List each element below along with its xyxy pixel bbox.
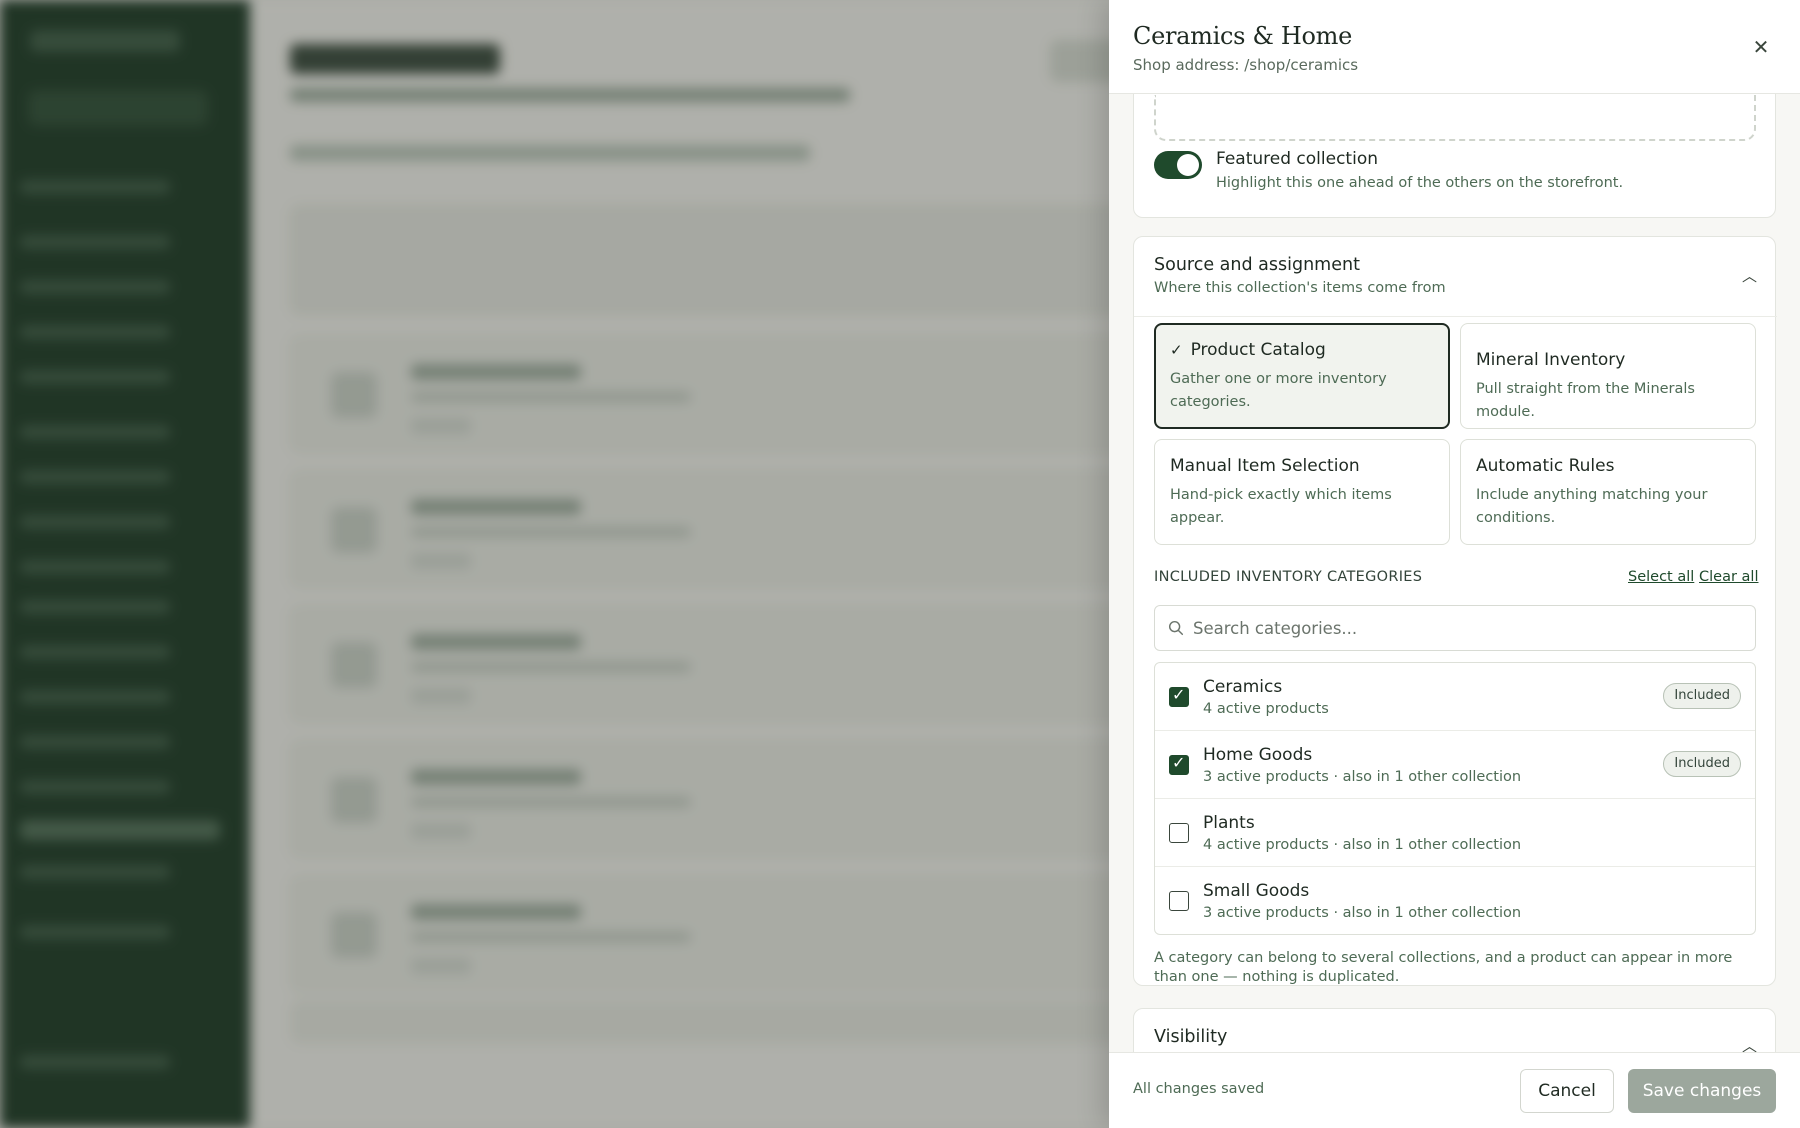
visibility-card: Visibility ︿	[1133, 1008, 1776, 1052]
section-subtitle: Where this collection's items come from	[1154, 280, 1446, 296]
visibility-section-header[interactable]: Visibility ︿	[1134, 1009, 1777, 1052]
category-row-ceramics[interactable]: Ceramics 4 active products Included	[1155, 663, 1755, 731]
search-icon	[1168, 620, 1184, 636]
section-title: Visibility	[1154, 1027, 1228, 1047]
category-meta: 4 active products · also in 1 other coll…	[1203, 837, 1522, 853]
drawer-header: Ceramics & Home Shop address: /shop/cera…	[1109, 0, 1800, 94]
category-checkbox[interactable]	[1169, 685, 1189, 707]
section-title: Source and assignment	[1154, 255, 1360, 275]
featured-label: Featured collection	[1216, 149, 1378, 169]
source-option-product-catalog[interactable]: ✓ Product Catalog Gather one or more inve…	[1154, 323, 1450, 429]
drawer-body[interactable]: Featured collection Highlight this one a…	[1109, 94, 1800, 1052]
source-option-mineral-inventory[interactable]: Mineral Inventory Pull straight from the…	[1460, 323, 1756, 429]
check-icon: ✓	[1170, 341, 1183, 359]
search-input[interactable]	[1193, 606, 1748, 650]
option-title: Product Catalog	[1190, 340, 1326, 360]
option-description: Include anything matching your condition…	[1476, 487, 1708, 526]
featured-description: Highlight this one ahead of the others o…	[1216, 175, 1624, 191]
edit-collection-drawer: Ceramics & Home Shop address: /shop/cera…	[1109, 0, 1800, 1128]
category-meta: 3 active products · also in 1 other coll…	[1203, 769, 1522, 785]
option-description: Pull straight from the Minerals module.	[1476, 381, 1695, 420]
close-icon: ✕	[1752, 36, 1770, 59]
category-name: Home Goods	[1203, 745, 1313, 765]
select-all-link[interactable]: Select all	[1628, 569, 1694, 585]
category-list: Ceramics 4 active products Included Home…	[1154, 662, 1756, 935]
category-checkbox[interactable]	[1169, 753, 1189, 775]
shop-address: Shop address: /shop/ceramics	[1133, 56, 1359, 74]
category-note: A category can belong to several collect…	[1154, 950, 1733, 985]
source-assignment-card: Source and assignment Where this collect…	[1133, 236, 1777, 986]
category-name: Small Goods	[1203, 881, 1310, 901]
category-row-home-goods[interactable]: Home Goods 3 active products · also in 1…	[1155, 731, 1755, 799]
category-row-plants[interactable]: Plants 4 active products · also in 1 oth…	[1155, 799, 1755, 867]
image-upload-dropzone[interactable]	[1154, 95, 1756, 141]
category-row-small-goods[interactable]: Small Goods 3 active products · also in …	[1155, 867, 1755, 935]
category-meta: 4 active products	[1203, 701, 1329, 717]
option-title: Mineral Inventory	[1476, 350, 1626, 370]
save-status: All changes saved	[1133, 1081, 1265, 1097]
source-option-manual-selection[interactable]: Manual Item Selection Hand-pick exactly …	[1154, 439, 1450, 545]
featured-card: Featured collection Highlight this one a…	[1133, 94, 1776, 218]
option-title: Manual Item Selection	[1170, 456, 1360, 476]
cancel-button[interactable]: Cancel	[1520, 1069, 1614, 1113]
drawer-title: Ceramics & Home	[1133, 22, 1353, 50]
source-option-automatic-rules[interactable]: Automatic Rules Include anything matchin…	[1460, 439, 1756, 545]
clear-all-link[interactable]: Clear all	[1699, 569, 1758, 585]
featured-toggle[interactable]	[1154, 151, 1202, 179]
option-title: Automatic Rules	[1476, 456, 1615, 476]
chevron-up-icon: ︿	[1741, 267, 1757, 285]
included-badge: Included	[1663, 683, 1741, 709]
included-categories-label: INCLUDED INVENTORY CATEGORIES	[1154, 569, 1423, 585]
category-checkbox[interactable]	[1169, 891, 1189, 911]
category-name: Ceramics	[1203, 677, 1283, 697]
category-name: Plants	[1203, 813, 1255, 833]
included-badge: Included	[1663, 751, 1741, 777]
category-checkbox[interactable]	[1169, 823, 1189, 843]
option-description: Gather one or more inventory categories.	[1170, 371, 1387, 410]
source-section-header[interactable]: Source and assignment Where this collect…	[1134, 237, 1777, 317]
save-changes-button[interactable]: Save changes	[1628, 1069, 1776, 1113]
close-button[interactable]: ✕	[1746, 32, 1776, 62]
category-meta: 3 active products · also in 1 other coll…	[1203, 905, 1522, 921]
option-description: Hand-pick exactly which items appear.	[1170, 487, 1392, 526]
drawer-footer: All changes saved Cancel Save changes	[1109, 1052, 1800, 1128]
category-search	[1154, 605, 1756, 651]
chevron-up-icon: ︿	[1741, 1037, 1757, 1052]
